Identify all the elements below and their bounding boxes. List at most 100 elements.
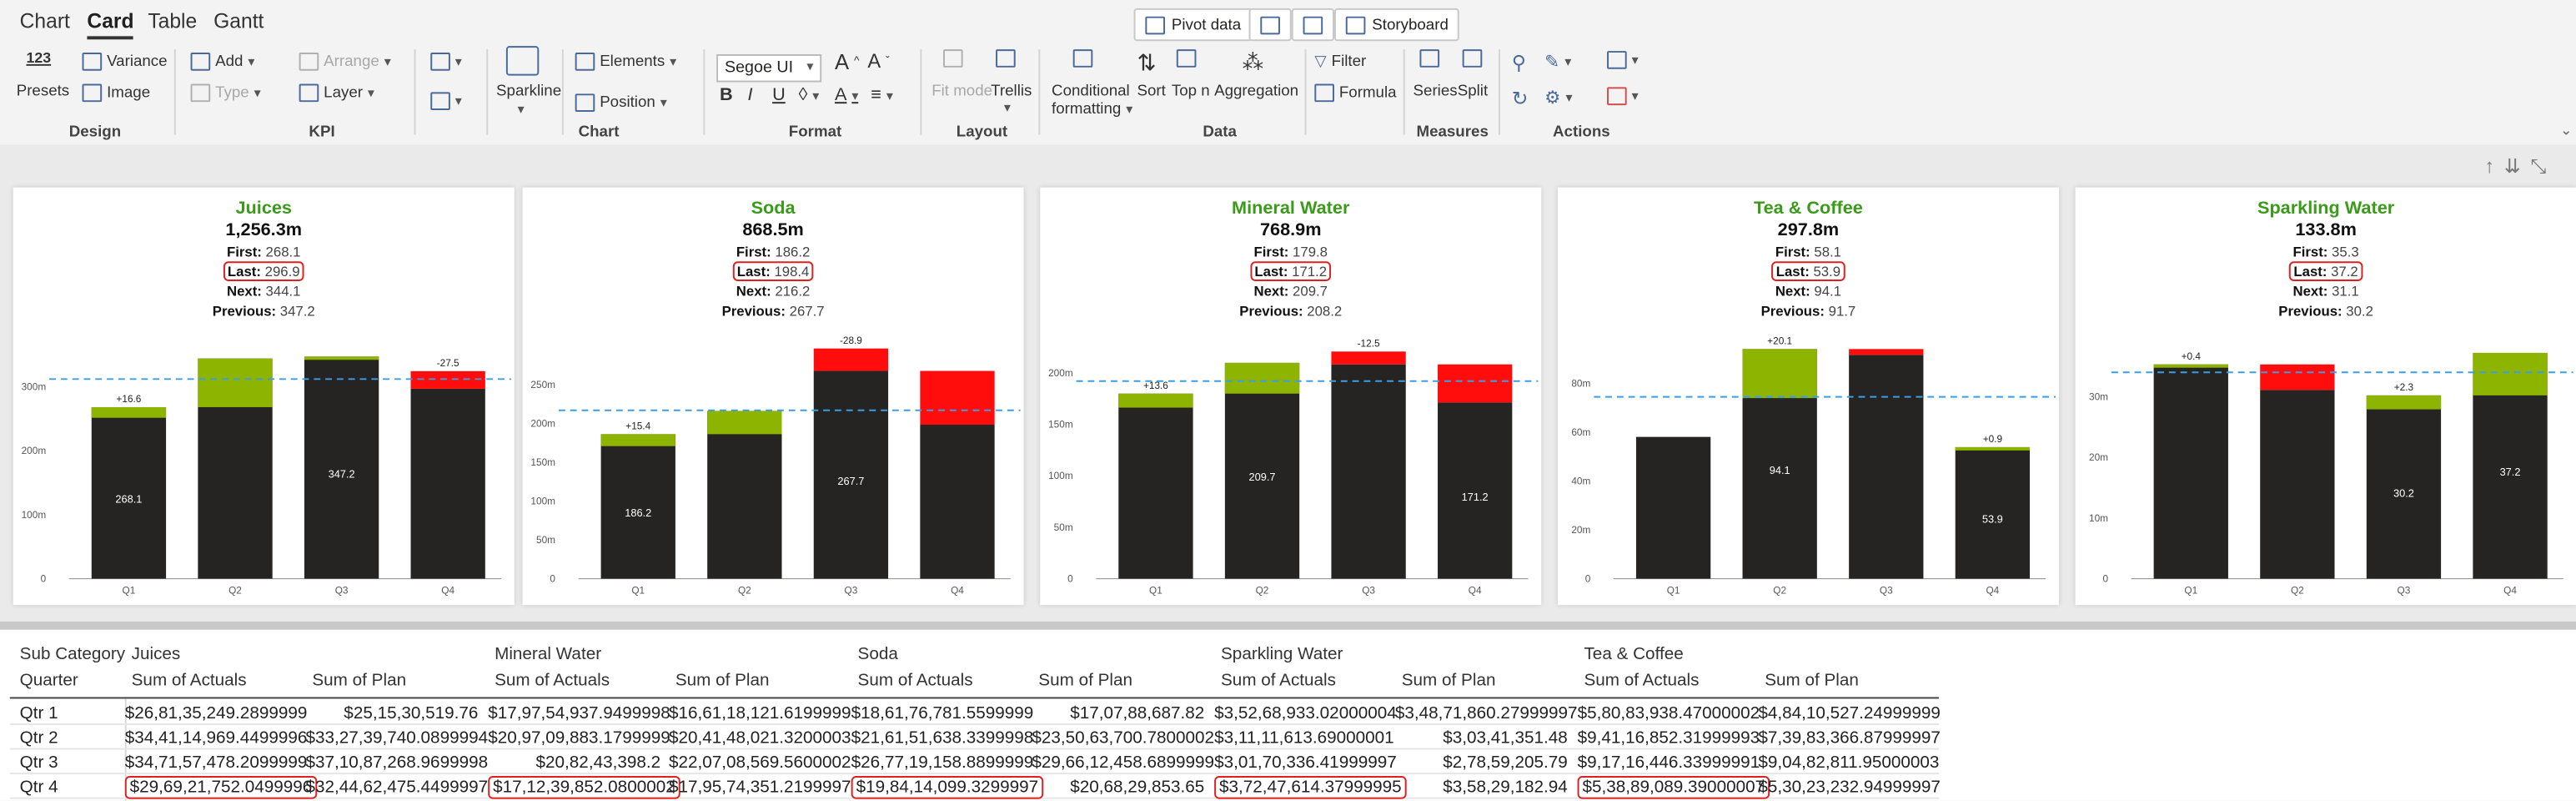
kpi-first: First: 58.1 (1558, 244, 2059, 260)
bar[interactable] (1849, 355, 1924, 579)
column-header-plan[interactable]: Sum of Plan (1765, 671, 1859, 691)
tab-card[interactable]: Card (87, 10, 135, 40)
column-header-actuals[interactable]: Sum of Actuals (1584, 671, 1699, 691)
collapse-ribbon-icon[interactable]: ⌄ (2560, 122, 2573, 140)
position-button[interactable]: Position ▾ (575, 93, 667, 112)
fill-color-button[interactable]: ◊ ▾ (799, 85, 820, 105)
edit-button[interactable] (1291, 8, 1334, 42)
sort-button[interactable]: Sort (1137, 83, 1166, 101)
x-tick-label: Q3 (335, 584, 349, 596)
kpi-card[interactable]: Juices 1,256.3m First: 268.1 Last: 296.9 Nex… (13, 187, 515, 606)
italic-button[interactable]: I (748, 85, 753, 105)
aggregation-button[interactable]: Aggregation (1214, 83, 1298, 101)
kpi-card[interactable]: Mineral Water 768.9m First: 179.8 Last: 171… (1040, 187, 1542, 606)
align-button[interactable]: ≡ ▾ (871, 85, 892, 105)
split-button[interactable]: Split (1458, 83, 1488, 101)
tab-table[interactable]: Table (148, 10, 197, 33)
bar[interactable] (2260, 390, 2335, 579)
table-cell: $3,48,71,860.27999997 (1395, 703, 1578, 723)
kpi-last: Last: 171.2 (1040, 261, 1541, 281)
column-header-plan[interactable]: Sum of Plan (1402, 671, 1496, 691)
tab-gantt[interactable]: Gantt (213, 10, 264, 33)
increase-font-button[interactable]: A ^ (835, 49, 859, 74)
border-button[interactable]: ▾ (430, 92, 462, 111)
sparkline-button[interactable]: Sparkline (496, 83, 561, 101)
trellis-button[interactable]: Trellis (991, 83, 1032, 101)
series-button[interactable]: Series (1414, 83, 1458, 101)
export-button[interactable]: ▾ (1607, 51, 1639, 69)
layer-button[interactable]: Layer ▾ (299, 83, 374, 103)
font-select[interactable]: Segoe UI ▾ (716, 54, 822, 83)
header-divider (9, 697, 1940, 699)
column-header-actuals[interactable]: Sum of Actuals (495, 671, 610, 691)
bar[interactable] (1118, 393, 1193, 579)
storyboard-button[interactable]: Storyboard (1333, 8, 1460, 42)
add-button[interactable]: Add ▾ (190, 53, 254, 71)
formula-button[interactable]: Formula (1314, 83, 1397, 103)
column-header-plan[interactable]: Sum of Plan (312, 671, 406, 691)
bold-button[interactable]: B (720, 85, 733, 105)
image-label: Image (107, 83, 151, 103)
bar[interactable] (707, 411, 782, 579)
table-cell: $5,38,89,089.39000007 (1577, 776, 1770, 799)
pivot-data-button[interactable]: Pivot data (1133, 8, 1253, 42)
table-cell: $22,07,08,569.5600002 (669, 753, 851, 773)
brush-action-button[interactable]: ✎ ▾ (1544, 51, 1571, 73)
kpi-card[interactable]: Sparkling Water 133.8m First: 35.3 Last: 37… (2075, 187, 2576, 606)
conditional-icon (1072, 49, 1093, 68)
variance-chart: 050m100m150m200m+13.6Q1209.7Q2-12.5Q3171… (1048, 337, 1539, 596)
kpi-label: Previous: (721, 302, 786, 320)
font-color-button[interactable]: A ▾ (835, 85, 858, 105)
column-header-plan[interactable]: Sum of Plan (675, 671, 770, 691)
bar[interactable] (1635, 436, 1711, 579)
presets-button[interactable]: Presets (17, 83, 69, 101)
kpi-value: 268.1 (265, 243, 301, 260)
search-icon[interactable]: ⚲ (1512, 51, 1526, 74)
chevron-down-icon: ▾ (812, 88, 820, 103)
kpi-card[interactable]: Soda 868.5m First: 186.2 Last: 198.4 Next: 2… (522, 187, 1024, 606)
table-cell: $34,41,14,969.4499996 (125, 728, 308, 748)
decrease-font-button[interactable]: Aˇ (867, 49, 889, 73)
sort-ascending-icon[interactable]: ↑ (2484, 154, 2494, 179)
topn-button[interactable]: Top n (1172, 83, 1210, 101)
elements-button[interactable]: Elements ▾ (575, 53, 676, 71)
column-header-actuals[interactable]: Sum of Actuals (132, 671, 247, 691)
gear-icon: ⚙ (1544, 88, 1561, 109)
y-tick-label: 0 (41, 573, 47, 585)
pdf-button[interactable]: ▾ (1607, 87, 1639, 106)
cell-value: $21,61,51,638.3399998 (851, 728, 1034, 748)
variance-label: +0.9 (1983, 433, 2003, 445)
tab-chart[interactable]: Chart (20, 10, 70, 33)
formatting-button[interactable]: formatting ▾ (1052, 100, 1132, 118)
card-title: Soda (751, 199, 796, 219)
kpi-card[interactable]: Tea & Coffee 297.8m First: 58.1 Last: 53.9 N… (1557, 187, 2059, 606)
kpi-label: Last: (227, 263, 261, 280)
bar-value-label: 268.1 (115, 493, 142, 506)
column-header-actuals[interactable]: Sum of Actuals (1221, 671, 1336, 691)
layout-grid-button[interactable]: ▾ (430, 53, 462, 71)
paint-button[interactable] (1248, 8, 1292, 42)
kpi-last: Last: 37.2 (2076, 261, 2576, 281)
settings-button[interactable]: ⚙ ▾ (1544, 87, 1572, 108)
sort-descending-icon[interactable]: ⇊ (2504, 154, 2521, 179)
refresh-icon[interactable]: ↻ (1512, 87, 1529, 110)
bar[interactable] (1331, 364, 1406, 579)
variance-button[interactable]: Variance (82, 53, 168, 71)
kpi-last: Last: 53.9 (1558, 261, 2059, 281)
separator (173, 49, 176, 135)
arrange-button[interactable]: Arrange ▾ (299, 53, 391, 71)
column-header-actuals[interactable]: Sum of Actuals (858, 671, 973, 691)
expand-icon[interactable]: ⤡ (2531, 154, 2547, 179)
type-button[interactable]: Type ▾ (190, 83, 261, 103)
column-header-plan[interactable]: Sum of Plan (1038, 671, 1132, 691)
bar[interactable] (920, 425, 995, 579)
add-icon (190, 53, 211, 71)
bar[interactable] (410, 388, 485, 579)
underline-button[interactable]: U (772, 85, 786, 105)
conditional-button[interactable]: Conditional (1052, 83, 1130, 101)
fit-mode-button[interactable]: Fit mode (931, 83, 992, 101)
image-button[interactable]: Image (82, 83, 151, 103)
variance-label: Variance (107, 53, 168, 71)
bar[interactable] (2153, 364, 2228, 579)
filter-button[interactable]: ▽ Filter (1314, 53, 1366, 71)
